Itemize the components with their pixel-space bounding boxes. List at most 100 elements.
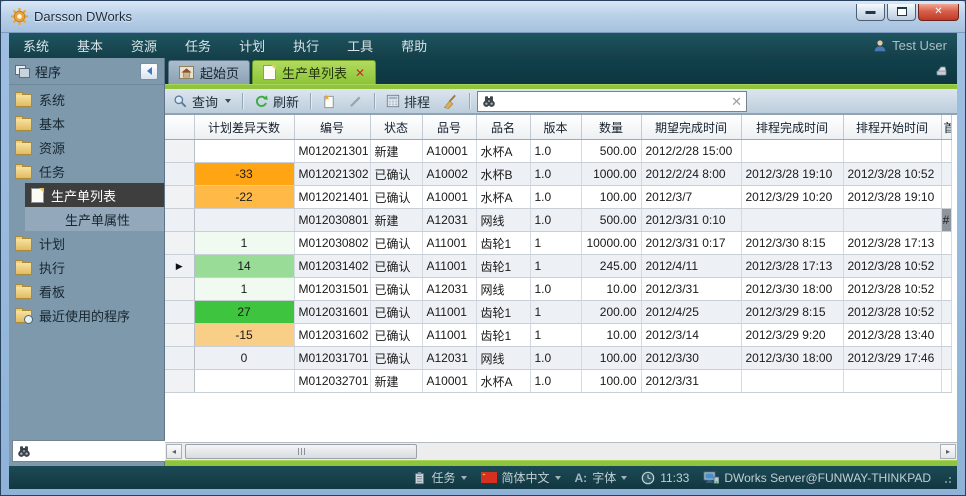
sidebar-item-最近使用的程序[interactable]: 最近使用的程序 (9, 303, 164, 327)
extra-cell (941, 140, 951, 163)
clear-schedule-button[interactable] (438, 93, 462, 110)
row-selector-cell[interactable] (165, 324, 194, 347)
menu-item-工具[interactable]: 工具 (333, 36, 387, 55)
schedule-button[interactable]: 排程 (382, 91, 434, 112)
table-row[interactable]: -15M012031602已确认A11001齿轮1110.002012/3/14… (165, 324, 951, 347)
sched-start-cell: 2012/3/28 17:13 (843, 232, 941, 255)
table-row[interactable]: 1M012030802已确认A11001齿轮1110000.002012/3/3… (165, 232, 951, 255)
toolbar: 查询 刷新 (165, 89, 957, 114)
qty-cell: 500.00 (581, 209, 641, 232)
sched-finish-cell: 2012/3/29 10:20 (741, 186, 843, 209)
table-row[interactable]: 0M012031701已确认A12031网线1.0100.002012/3/30… (165, 347, 951, 370)
tab-start-page[interactable]: 起始页 (168, 60, 250, 84)
task-dropdown[interactable]: 任务 (413, 469, 466, 486)
order-no-cell: M012021302 (294, 163, 370, 186)
sidebar-item-基本[interactable]: 基本 (9, 111, 164, 135)
table-row[interactable]: 1M012031501已确认A12031网线1.010.002012/3/312… (165, 278, 951, 301)
column-header-品号[interactable]: 品号 (422, 115, 476, 140)
row-selector-cell[interactable]: ▶ (165, 255, 194, 278)
sidebar-item-生产单列表[interactable]: 生产单列表 (25, 183, 164, 207)
item-no-cell: A12031 (422, 209, 476, 232)
table-row[interactable]: -33M012021302已确认A10002水杯B1.01000.002012/… (165, 163, 951, 186)
row-selector-cell[interactable] (165, 140, 194, 163)
pencil-icon (348, 94, 363, 109)
sidebar-item-任务[interactable]: 任务 (9, 159, 164, 183)
tab-production-order-list[interactable]: 生产单列表 ✕ (252, 60, 376, 84)
font-dropdown[interactable]: A: 字体 (575, 469, 628, 486)
sched-start-cell (843, 209, 941, 232)
column-header-状态[interactable]: 状态 (370, 115, 422, 140)
language-dropdown[interactable]: 简体中文 (481, 469, 561, 486)
sidebar-item-执行[interactable]: 执行 (9, 255, 164, 279)
row-selector-cell[interactable] (165, 209, 194, 232)
row-selector-cell[interactable] (165, 278, 194, 301)
new-button[interactable] (318, 93, 340, 110)
menu-item-基本[interactable]: 基本 (63, 36, 117, 55)
table-row[interactable]: M012021301新建A10001水杯A1.0500.002012/2/28 … (165, 140, 951, 163)
column-header-排程开始时间[interactable]: 排程开始时间 (843, 115, 941, 140)
chevron-down-icon (461, 476, 467, 480)
row-selector-cell[interactable] (165, 186, 194, 209)
table-row[interactable]: -22M012021401已确认A10001水杯A1.0100.002012/3… (165, 186, 951, 209)
query-button[interactable]: 查询 (169, 91, 235, 112)
horizontal-scrollbar[interactable]: ◂ ▸ (165, 442, 957, 460)
sidebar-items: 系统基本资源任务生产单列表生产单属性计划执行看板最近使用的程序 (9, 85, 164, 436)
sidebar-item-资源[interactable]: 资源 (9, 135, 164, 159)
column-header-首[interactable]: 首 (941, 115, 951, 140)
menu-item-执行[interactable]: 执行 (279, 36, 333, 55)
menu-item-任务[interactable]: 任务 (171, 36, 225, 55)
menu-item-系统[interactable]: 系统 (9, 36, 63, 55)
column-header-版本[interactable]: 版本 (530, 115, 581, 140)
row-selector-cell[interactable] (165, 370, 194, 393)
menu-item-帮助[interactable]: 帮助 (387, 36, 441, 55)
scroll-left-button[interactable]: ◂ (166, 444, 182, 459)
resize-grip[interactable] (941, 473, 951, 483)
sidebar-item-看板[interactable]: 看板 (9, 279, 164, 303)
table-row[interactable]: 27M012031601已确认A11001齿轮11200.002012/4/25… (165, 301, 951, 324)
row-selector-cell[interactable] (165, 163, 194, 186)
item-name-cell: 水杯A (476, 370, 530, 393)
menu-item-资源[interactable]: 资源 (117, 36, 171, 55)
refresh-button[interactable]: 刷新 (250, 91, 303, 112)
current-user[interactable]: Test User (873, 38, 957, 53)
grid-body: M012021301新建A10001水杯A1.0500.002012/2/28 … (165, 140, 951, 393)
sidebar-item-系统[interactable]: 系统 (9, 87, 164, 111)
column-header-编号[interactable]: 编号 (294, 115, 370, 140)
sidebar-item-计划[interactable]: 计划 (9, 231, 164, 255)
column-header-品名[interactable]: 品名 (476, 115, 530, 140)
column-header-期望完成时间[interactable]: 期望完成时间 (641, 115, 741, 140)
sidebar-title: 程序 (35, 62, 61, 81)
sidebar-collapse-button[interactable] (140, 63, 158, 80)
toolbar-search-input[interactable] (500, 93, 727, 109)
scrollbar-thumb[interactable] (185, 444, 417, 459)
extra-cell (941, 278, 951, 301)
scrollbar-track[interactable] (183, 444, 939, 459)
column-header-排程完成时间[interactable]: 排程完成时间 (741, 115, 843, 140)
version-cell: 1.0 (530, 140, 581, 163)
table-row[interactable]: M012030801新建A12031网线1.0500.002012/3/31 0… (165, 209, 951, 232)
edit-button[interactable] (344, 93, 367, 110)
row-selector-cell[interactable] (165, 347, 194, 370)
toolbar-search-clear-icon[interactable]: ✕ (731, 95, 742, 108)
expected-finish-cell: 2012/4/25 (641, 301, 741, 324)
sidebar: 程序 系统基本资源任务生产单列表生产单属性计划执行看板最近使用的程序 (9, 58, 165, 466)
item-name-cell: 齿轮1 (476, 232, 530, 255)
table-row[interactable]: ▶14M012031402已确认A11001齿轮11245.002012/4/1… (165, 255, 951, 278)
menu-item-计划[interactable]: 计划 (225, 36, 279, 55)
row-selector-cell[interactable] (165, 232, 194, 255)
table-row[interactable]: M012032701新建A10001水杯A1.0100.002012/3/31 (165, 370, 951, 393)
column-header-数量[interactable]: 数量 (581, 115, 641, 140)
toolbar-search-box[interactable]: ✕ (477, 91, 747, 112)
qty-cell: 245.00 (581, 255, 641, 278)
column-header-计划差异天数[interactable]: 计划差异天数 (194, 115, 294, 140)
scroll-right-button[interactable]: ▸ (940, 444, 956, 459)
restore-button[interactable] (887, 4, 916, 21)
qty-cell: 500.00 (581, 140, 641, 163)
sidebar-item-生产单属性[interactable]: 生产单属性 (25, 207, 164, 231)
pin-icon[interactable] (933, 64, 949, 78)
sched-finish-cell: 2012/3/28 17:13 (741, 255, 843, 278)
minimize-button[interactable]: ▬ (856, 4, 885, 21)
row-selector-cell[interactable] (165, 301, 194, 324)
close-button[interactable]: ✕ (918, 4, 959, 21)
tab-close-icon[interactable]: ✕ (355, 66, 365, 80)
